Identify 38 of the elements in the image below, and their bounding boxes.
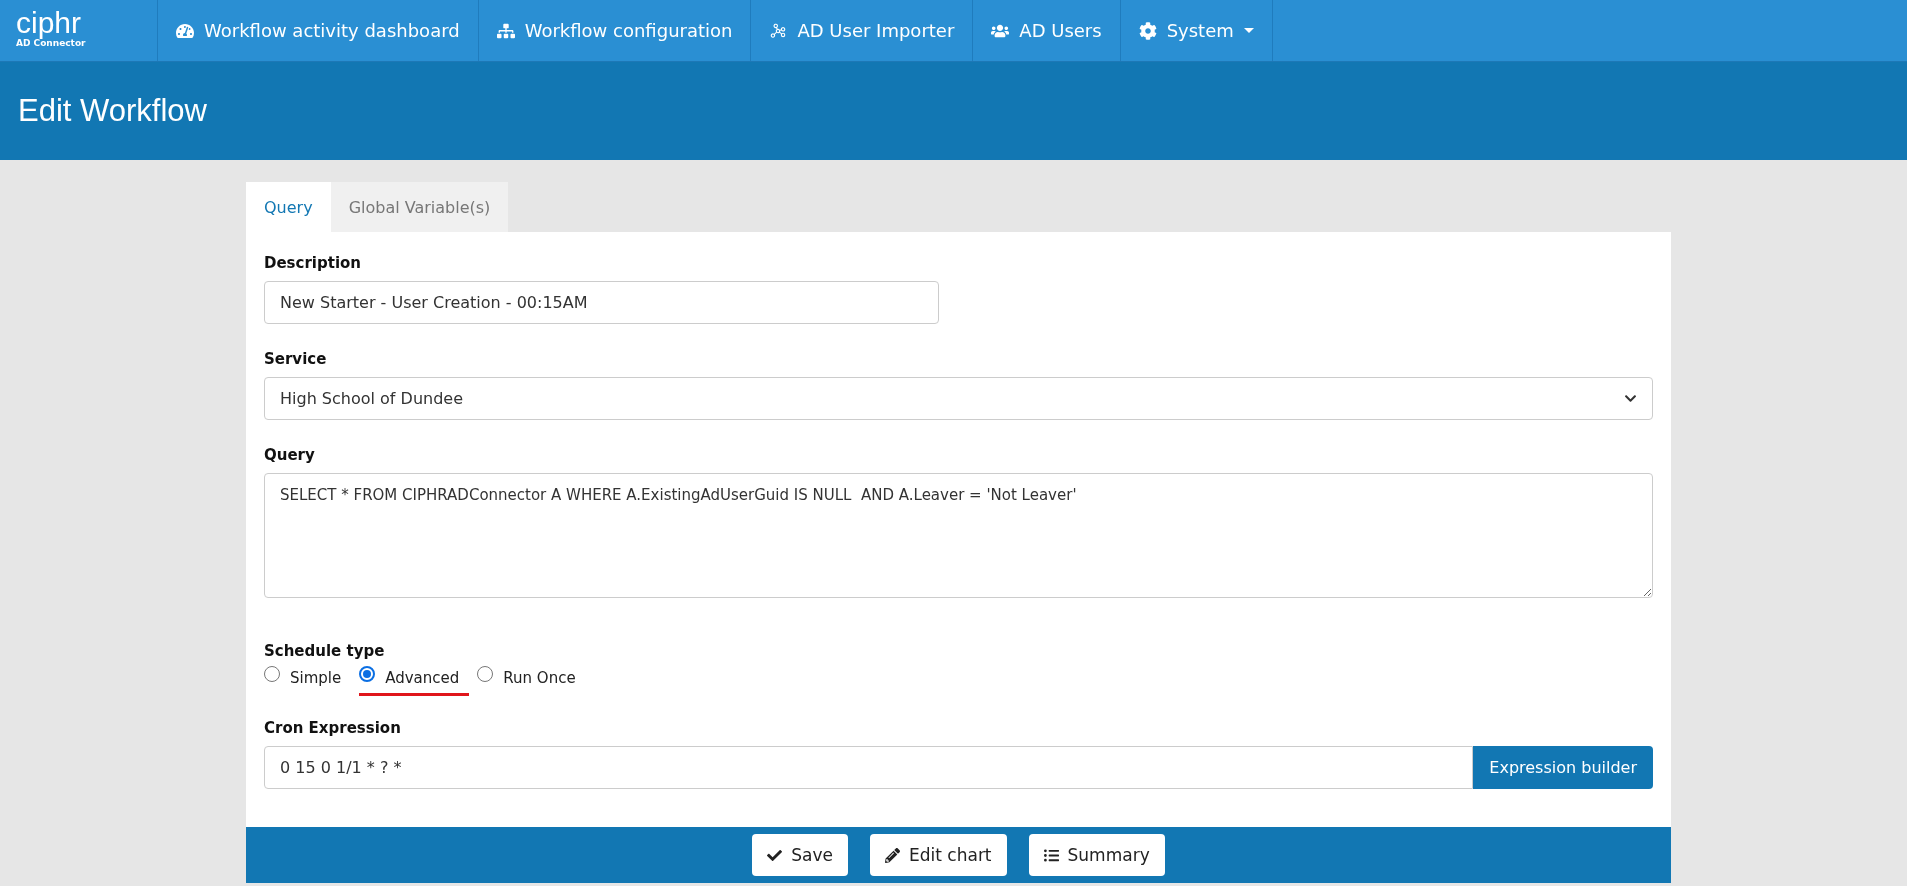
network-icon xyxy=(769,21,788,40)
hierarchy-icon xyxy=(496,21,515,40)
field-label: Schedule type xyxy=(264,642,386,660)
checkmark-icon xyxy=(767,847,783,863)
caret-icon xyxy=(1243,28,1254,33)
radio-label: Advanced xyxy=(385,669,460,687)
logo-name: ciphr xyxy=(16,7,83,38)
tab[interactable]: Query xyxy=(246,182,331,232)
tab[interactable]: Global Variable(s) xyxy=(330,182,509,232)
query-field[interactable]: SELECT * FROM CIPHRADConnector A WHERE A.ExistingAdUserGuid IS NULL AND A.Leaver = 'Not Leaver' xyxy=(264,473,1653,598)
gauge-icon xyxy=(176,21,194,40)
service-select[interactable]: High School of Dundee xyxy=(264,377,1653,420)
pencil-icon xyxy=(885,847,900,863)
chevron-icon xyxy=(1624,392,1637,405)
description-field[interactable]: New Starter - User Creation - 00:15AM xyxy=(264,281,939,324)
field-label: Description xyxy=(264,254,363,272)
nav-item[interactable]: AD Users xyxy=(973,0,1121,61)
nav-item[interactable]: System xyxy=(1120,0,1273,61)
footer-button[interactable]: Summary xyxy=(1028,834,1165,876)
radio-label: Simple xyxy=(290,669,342,687)
radio-button[interactable] xyxy=(477,666,494,682)
footer-button[interactable]: Save xyxy=(752,834,848,876)
logo[interactable]: ciphr AD Connector xyxy=(0,0,158,61)
expression-builder-button[interactable]: Expression builder xyxy=(1473,746,1653,789)
footer-button[interactable]: Edit chart xyxy=(870,834,1007,876)
page-title: Edit Workflow xyxy=(18,93,207,129)
field-label: Cron Expression xyxy=(264,719,402,737)
field-label: Query xyxy=(264,446,316,464)
radio-button[interactable] xyxy=(264,666,280,682)
radio-label: Run Once xyxy=(503,669,576,687)
nav-item[interactable]: Workflow activity dashboard xyxy=(158,0,479,61)
field-label: Service xyxy=(264,350,328,368)
radio-button[interactable] xyxy=(359,666,376,682)
nav-item[interactable]: AD User Importer xyxy=(751,0,974,61)
list-icon xyxy=(1043,847,1059,863)
cron-field[interactable]: 0 15 0 1/1 * ? * xyxy=(264,746,1474,789)
nav-item[interactable]: Workflow configuration xyxy=(478,0,752,61)
settings-icon xyxy=(1138,21,1157,40)
